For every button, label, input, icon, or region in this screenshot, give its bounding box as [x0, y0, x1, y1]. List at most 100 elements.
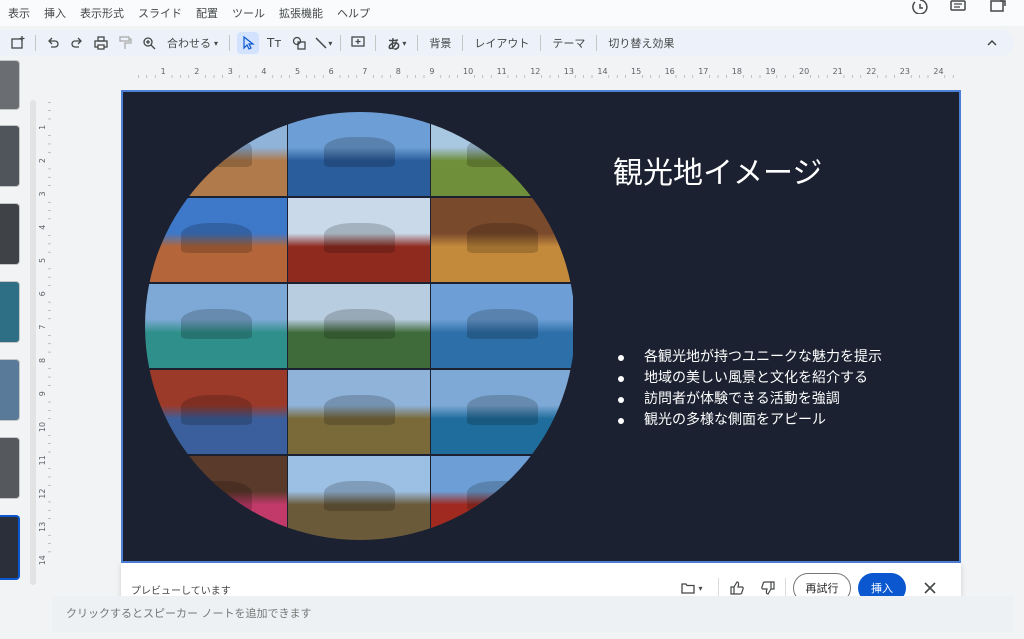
menu-tools[interactable]: ツール [232, 5, 265, 21]
input-tools-button[interactable]: あ ▾ [383, 32, 410, 54]
bullet-text: 観光の多様な側面をアピール [644, 412, 826, 428]
ruler-number: 12 [38, 489, 47, 499]
layout-button[interactable]: レイアウト [470, 32, 533, 54]
thumbs-up-button[interactable] [728, 579, 746, 597]
preview-status: プレビューしています [131, 586, 231, 597]
collapse-toolbar-button[interactable] [982, 32, 1002, 54]
filmstrip-scrollbar[interactable] [30, 100, 36, 585]
ruler-number: 17 [698, 67, 708, 76]
ruler-number: 16 [665, 67, 675, 76]
ruler-number: 18 [732, 67, 742, 76]
photo-detail [323, 309, 395, 339]
photo-valley-lagoon [288, 370, 430, 454]
ruler-number: 5 [38, 258, 47, 263]
ruler-number: 9 [38, 391, 47, 396]
menu-view[interactable]: 表示 [8, 5, 30, 21]
menu-slide[interactable]: スライド [138, 5, 182, 21]
toolbar-divider [375, 35, 377, 51]
text-box-icon: Tт [267, 36, 282, 50]
slide-title[interactable]: 観光地イメージ [613, 148, 822, 192]
zoom-label: 合わせる [167, 37, 211, 50]
ruler-number: 4 [261, 67, 266, 76]
toolbar-divider [340, 35, 342, 51]
line-icon [315, 37, 327, 49]
photo-sea-cliffs [431, 370, 573, 454]
photo-detail [323, 137, 395, 167]
bullet-item: 地域の美しい風景と文化を紹介する [618, 368, 882, 389]
history-icon[interactable] [912, 0, 928, 14]
toolbar-divider [35, 35, 36, 51]
comment-button[interactable] [348, 32, 368, 54]
slide-canvas[interactable]: 観光地イメージ 各観光地が持つユニークな魅力を提示 地域の美しい風景と文化を紹介… [121, 90, 961, 563]
print-button[interactable] [91, 32, 111, 54]
close-preview-button[interactable] [921, 579, 939, 597]
save-to-folder-button[interactable]: ▾ [677, 579, 707, 597]
new-slide-button[interactable] [8, 32, 28, 54]
select-tool-button[interactable] [237, 32, 260, 54]
menu-insert[interactable]: 挿入 [44, 5, 66, 21]
photo-coastal-island [431, 284, 573, 368]
ruler-number: 14 [597, 67, 607, 76]
undo-button[interactable] [43, 32, 63, 54]
zoom-button[interactable] [139, 32, 159, 54]
text-box-button[interactable]: Tт [263, 32, 285, 54]
bullet-dot [618, 396, 624, 403]
speaker-notes[interactable]: クリックするとスピーカー ノートを追加できます [52, 596, 1014, 632]
bullet-dot [618, 375, 624, 382]
slide-thumbnail-selected[interactable] [0, 515, 20, 580]
slide-thumbnail[interactable] [0, 359, 20, 421]
chevron-down-icon: ▾ [214, 38, 219, 48]
undo-icon [48, 37, 59, 48]
menu-arrange[interactable]: 配置 [196, 5, 218, 21]
photo-detail [466, 137, 538, 167]
thumbs-down-button[interactable] [759, 579, 777, 597]
photo-detail [466, 309, 538, 339]
bullet-dot [618, 354, 624, 361]
ruler-number: 20 [799, 67, 809, 76]
slide-thumbnail[interactable] [0, 203, 20, 265]
bullet-list[interactable]: 各観光地が持つユニークな魅力を提示 地域の美しい風景と文化を紹介する 訪問者が体… [618, 347, 882, 431]
toolbar: 合わせる ▾ Tт ▾ あ ▾ 背景 レイアウト テーマ 切り替え効果 [0, 30, 1014, 56]
menu-extensions[interactable]: 拡張機能 [279, 5, 323, 21]
shape-button[interactable] [289, 32, 309, 54]
add-comment-icon [351, 36, 365, 47]
divider [785, 578, 786, 598]
ruler-number: 10 [38, 422, 47, 432]
slide-thumbnail[interactable] [0, 437, 20, 499]
photo-detail [466, 395, 538, 425]
ruler-number: 7 [362, 67, 367, 76]
slide-thumbnail[interactable] [0, 125, 20, 187]
photo-detail [323, 395, 395, 425]
ruler-number: 11 [38, 455, 47, 465]
zoom-select[interactable]: 合わせる ▾ [163, 32, 222, 54]
chevron-down-icon: ▾ [328, 38, 333, 48]
comments-icon[interactable] [950, 0, 966, 14]
photo-collage[interactable] [145, 112, 575, 540]
ruler-number: 1 [161, 67, 166, 76]
thumbs-down-icon [761, 581, 775, 595]
theme-button[interactable]: テーマ [548, 32, 589, 54]
slide-thumbnail[interactable] [0, 60, 20, 110]
redo-button[interactable] [67, 32, 87, 54]
background-button[interactable]: 背景 [425, 32, 455, 54]
slide-thumbnail[interactable] [0, 281, 20, 343]
transition-button[interactable]: 切り替え効果 [604, 32, 678, 54]
divider [718, 578, 719, 598]
ruler-number: 7 [38, 325, 47, 330]
line-button[interactable]: ▾ [313, 32, 333, 54]
photo-detail [180, 481, 252, 511]
menu-format[interactable]: 表示形式 [80, 5, 124, 21]
bullet-item: 訪問者が体験できる活動を強調 [618, 389, 882, 410]
ruler-number: 2 [38, 158, 47, 163]
menu-help[interactable]: ヘルプ [337, 5, 370, 21]
photo-mountain-lake [288, 112, 430, 196]
paint-format-button[interactable] [115, 32, 135, 54]
ruler-number: 22 [866, 67, 876, 76]
toolbar-divider [596, 35, 598, 51]
ruler-number: 8 [396, 67, 401, 76]
ruler-number: 4 [38, 225, 47, 230]
ruler-number: 15 [631, 67, 641, 76]
slide-filmstrip [0, 60, 30, 580]
present-icon[interactable] [990, 0, 1006, 14]
ruler-number: 1 [38, 125, 47, 130]
